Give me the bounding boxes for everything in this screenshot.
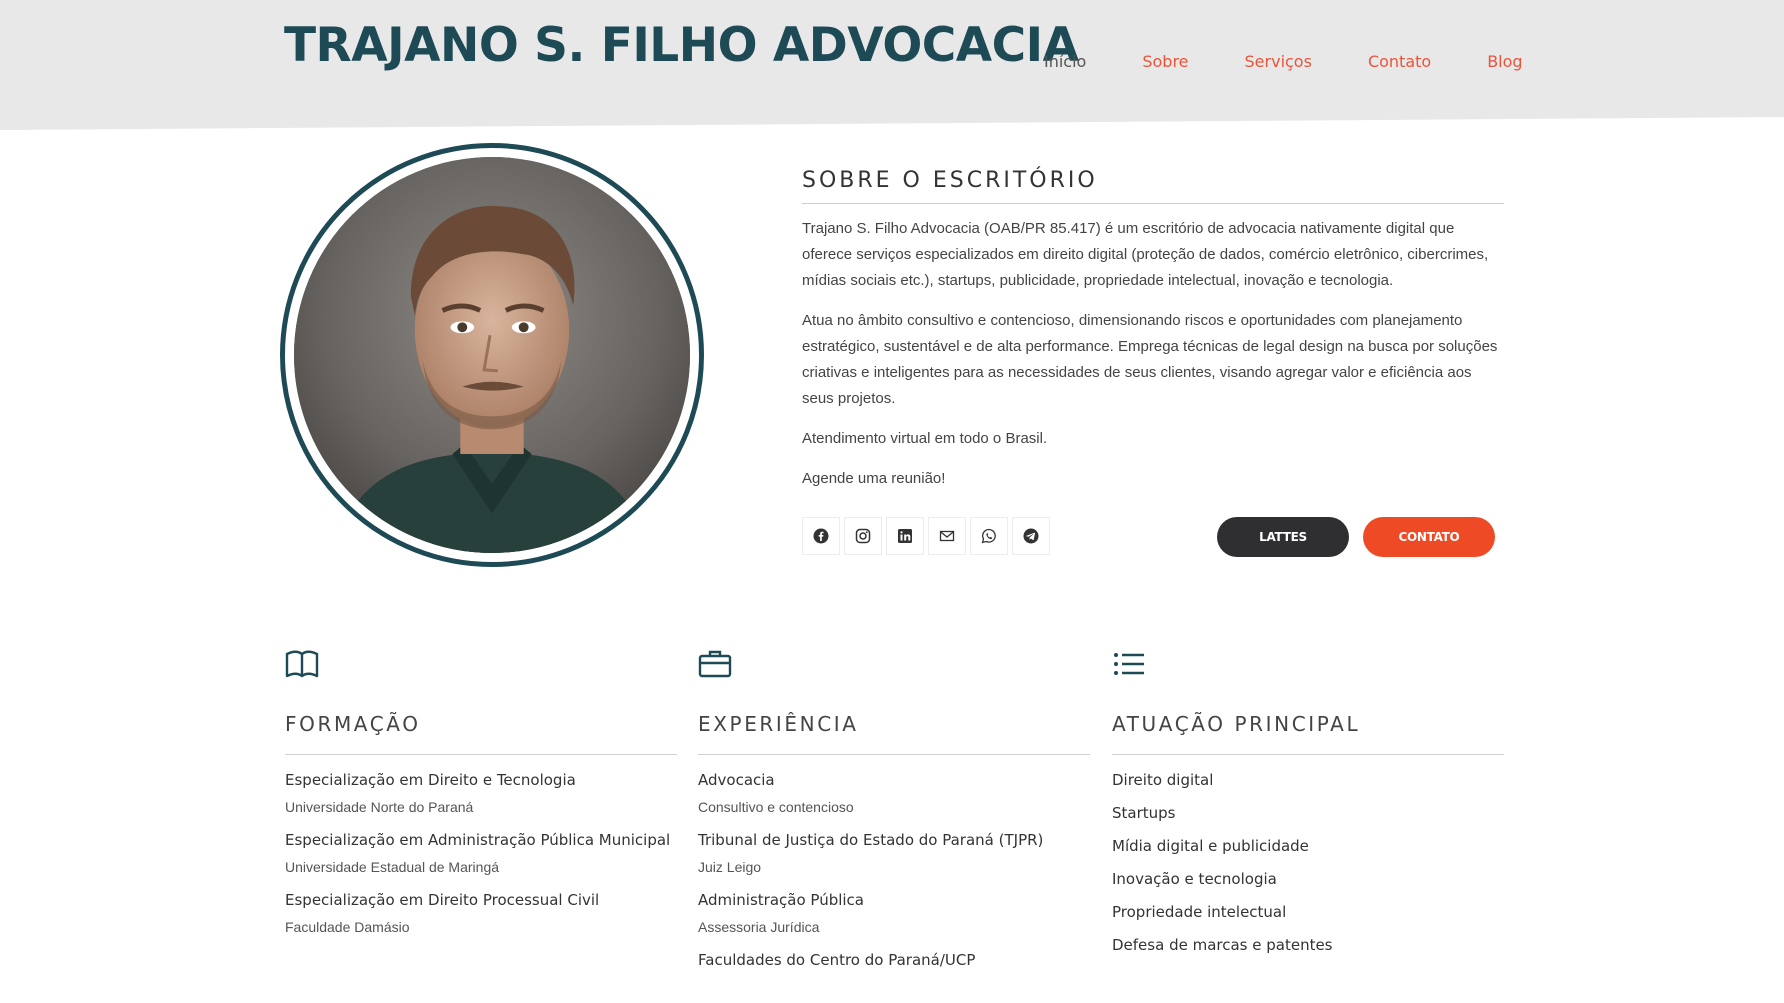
instagram-icon [855,528,871,544]
profile-photo [294,157,690,553]
profile-photo-frame [280,143,704,567]
nav-inicio[interactable]: Início [1044,52,1086,71]
experiencia-title: EXPERIÊNCIA [698,712,1090,755]
formacao-item-title: Especialização em Administração Pública … [285,831,671,849]
atuacao-item: Defesa de marcas e patentes [1112,936,1333,954]
formacao-item-title: Especialização em Direito e Tecnologia [285,771,576,789]
about-paragraph-4: Agende uma reunião! [802,470,946,487]
formacao-item-institution: Universidade Estadual de Maringá [285,859,500,875]
main-nav: Início Sobre Serviços Contato Blog [1044,52,1523,71]
about-paragraph-3: Atendimento virtual em todo o Brasil. [802,430,1048,447]
contato-button[interactable]: CONTATO [1363,517,1495,557]
formacao-item: Especialização em Direito Processual Civ… [285,891,677,935]
whatsapp-link[interactable] [970,517,1008,555]
about-title: SOBRE O ESCRITÓRIO [802,168,1504,204]
facebook-icon [813,528,829,544]
experiencia-item: Tribunal de Justiça do Estado do Paraná … [698,831,1090,875]
book-icon [285,650,319,678]
formacao-item-institution: Faculdade Damásio [285,919,410,935]
site-logo-text[interactable]: TRAJANO S. FILHO ADVOCACIA [284,18,1079,73]
about-section: SOBRE O ESCRITÓRIO Trajano S. Filho Advo… [802,168,1504,492]
atuacao-section: ATUAÇÃO PRINCIPAL Direito digital Startu… [1112,648,1504,955]
atuacao-item: Mídia digital e publicidade [1112,837,1309,855]
experiencia-item-title: Advocacia [698,771,775,789]
experiencia-item-title: Faculdades do Centro do Paraná/UCP [698,951,976,969]
experiencia-item-role: Juiz Leigo [698,859,762,875]
formacao-title: FORMAÇÃO [285,712,677,755]
experiencia-item-role: Consultivo e contencioso [698,799,854,815]
experiencia-item: Administração Pública Assessoria Jurídica [698,891,1090,935]
experiencia-item-title: Administração Pública [698,891,864,909]
nav-servicos[interactable]: Serviços [1245,52,1312,71]
formacao-item: Especialização em Direito e Tecnologia Un… [285,771,677,815]
linkedin-icon [898,529,912,543]
atuacao-item: Startups [1112,804,1176,822]
atuacao-item: Direito digital [1112,771,1214,789]
nav-contato[interactable]: Contato [1368,52,1431,71]
list-icon [1114,653,1144,675]
nav-blog[interactable]: Blog [1487,52,1522,71]
formacao-item-institution: Universidade Norte do Paraná [285,799,474,815]
about-paragraph-1: Trajano S. Filho Advocacia (OAB/PR 85.41… [802,220,1489,289]
email-link[interactable] [928,517,966,555]
portrait-illustration [294,157,690,553]
about-paragraph-2: Atua no âmbito consultivo e contencioso,… [802,312,1498,407]
formacao-item: Especialização em Administração Pública … [285,831,677,875]
telegram-icon [1023,528,1039,544]
briefcase-icon [698,650,732,678]
atuacao-item: Inovação e tecnologia [1112,870,1277,888]
linkedin-link[interactable] [886,517,924,555]
atuacao-title: ATUAÇÃO PRINCIPAL [1112,712,1504,755]
formacao-item-title: Especialização em Direito Processual Civ… [285,891,600,909]
facebook-link[interactable] [802,517,840,555]
experiencia-item: Advocacia Consultivo e contencioso [698,771,1090,815]
experiencia-item-role: Assessoria Jurídica [698,919,820,935]
experiencia-section: EXPERIÊNCIA Advocacia Consultivo e conten… [698,648,1090,969]
experiencia-item-title: Tribunal de Justiça do Estado do Paraná … [698,831,1044,849]
lattes-button[interactable]: LATTES [1217,517,1349,557]
whatsapp-icon [981,528,996,544]
telegram-link[interactable] [1012,517,1050,555]
atuacao-item: Propriedade intelectual [1112,903,1287,921]
nav-sobre[interactable]: Sobre [1142,52,1188,71]
instagram-link[interactable] [844,517,882,555]
experiencia-item: Faculdades do Centro do Paraná/UCP [698,951,1090,969]
formacao-section: FORMAÇÃO Especialização em Direito e Tec… [285,648,677,935]
email-icon [939,530,955,542]
social-links [802,517,1050,555]
